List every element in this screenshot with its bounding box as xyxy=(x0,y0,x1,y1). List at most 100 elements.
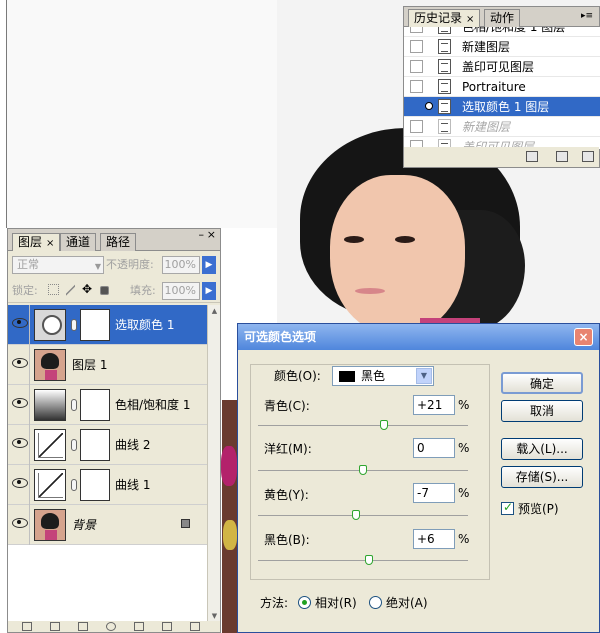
link-chain-icon[interactable] xyxy=(71,399,77,411)
fill-arrow-button[interactable]: ▶ xyxy=(202,282,216,300)
layer-name: 色相/饱和度 1 xyxy=(115,398,191,412)
layer-mask-thumbnail[interactable] xyxy=(80,389,110,421)
history-state-icon xyxy=(438,119,451,134)
new-group-icon[interactable] xyxy=(134,622,144,631)
lock-all-icon[interactable] xyxy=(100,286,109,295)
history-item[interactable]: 新建图层 xyxy=(404,117,600,137)
method-relative-label: 相对(R) xyxy=(315,596,357,610)
black-label: 黑色(B): xyxy=(264,533,310,547)
layer-row-curves-1[interactable]: 曲线 1 xyxy=(8,465,208,505)
cyan-label: 青色(C): xyxy=(264,399,310,413)
history-snapshot-box[interactable] xyxy=(410,100,423,113)
load-button[interactable]: 载入(L)... xyxy=(501,438,583,460)
tab-history[interactable]: 历史记录 × xyxy=(408,9,481,27)
history-snapshot-box[interactable] xyxy=(410,120,423,133)
tab-layers[interactable]: 图层 × xyxy=(12,233,61,251)
layer-row-curves-2[interactable]: 曲线 2 xyxy=(8,425,208,465)
tab-actions[interactable]: 动作 xyxy=(484,9,521,27)
method-absolute-radio[interactable] xyxy=(369,596,382,609)
visibility-eye-icon[interactable] xyxy=(12,317,28,328)
chevron-down-icon[interactable]: ▼ xyxy=(416,368,432,384)
tab-layers-label: 图层 xyxy=(18,235,43,249)
dialog-titlebar[interactable]: 可选颜色选项 × xyxy=(238,324,599,350)
cyan-slider-track[interactable] xyxy=(258,425,468,426)
tab-paths-label: 路径 xyxy=(106,235,131,249)
history-item[interactable]: 色相/饱和度 1 图层 xyxy=(404,27,600,37)
cyan-slider-thumb[interactable] xyxy=(380,420,388,430)
fill-input[interactable]: 100% xyxy=(162,282,200,300)
layers-scrollbar[interactable]: ▲ ▼ xyxy=(207,305,220,623)
history-item-selected[interactable]: 选取颜色 1 图层 xyxy=(404,97,600,117)
layer-style-icon[interactable] xyxy=(50,622,60,631)
panel-menu-icon[interactable]: ▸≡ xyxy=(581,11,593,21)
opacity-arrow-button[interactable]: ▶ xyxy=(202,256,216,274)
layer-name: 背景 xyxy=(72,518,97,532)
save-button[interactable]: 存储(S)... xyxy=(501,466,583,488)
layer-mask-thumbnail[interactable] xyxy=(80,469,110,501)
add-mask-icon[interactable] xyxy=(78,622,88,631)
layer-row-background[interactable]: 背景 xyxy=(8,505,208,545)
black-input[interactable]: +6 xyxy=(413,529,455,549)
ok-button[interactable]: 确定 xyxy=(501,372,583,394)
canvas-background xyxy=(7,0,277,228)
link-chain-icon[interactable] xyxy=(71,319,77,331)
cancel-button[interactable]: 取消 xyxy=(501,400,583,422)
layer-thumbnail xyxy=(34,509,66,541)
tab-paths[interactable]: 路径 xyxy=(100,233,137,251)
history-item[interactable]: 盖印可见图层 xyxy=(404,57,600,77)
layer-row-layer-1[interactable]: 图层 1 xyxy=(8,345,208,385)
history-item[interactable]: 新建图层 xyxy=(404,37,600,57)
close-button[interactable]: × xyxy=(574,328,593,346)
history-item[interactable]: Portraiture xyxy=(404,77,600,97)
magenta-slider-thumb[interactable] xyxy=(359,465,367,475)
yellow-slider-thumb[interactable] xyxy=(351,510,360,520)
new-snapshot-icon[interactable] xyxy=(556,151,568,162)
history-brush-source-icon[interactable] xyxy=(425,102,433,110)
history-snapshot-box[interactable] xyxy=(410,27,423,33)
trash-icon[interactable] xyxy=(190,622,200,631)
history-snapshot-box[interactable] xyxy=(410,60,423,73)
yellow-slider-track[interactable] xyxy=(258,515,468,516)
magenta-input[interactable]: 0 xyxy=(413,438,455,458)
minimize-icon[interactable]: – xyxy=(199,228,205,241)
history-snapshot-box[interactable] xyxy=(410,80,423,93)
adjustment-layer-icon[interactable] xyxy=(106,622,116,631)
visibility-eye-icon[interactable] xyxy=(12,437,28,448)
link-layers-icon[interactable] xyxy=(22,622,32,631)
visibility-eye-icon[interactable] xyxy=(12,517,28,528)
new-layer-icon[interactable] xyxy=(162,622,172,631)
percent-label: % xyxy=(458,441,470,455)
history-snapshot-box[interactable] xyxy=(410,40,423,53)
visibility-eye-icon[interactable] xyxy=(12,477,28,488)
layer-row-selective-color[interactable]: 选取颜色 1 xyxy=(8,305,208,345)
trash-icon[interactable] xyxy=(582,151,594,162)
new-document-from-state-icon[interactable] xyxy=(526,151,538,162)
layer-mask-thumbnail[interactable] xyxy=(80,309,110,341)
yellow-label: 黄色(Y): xyxy=(264,488,309,502)
tab-actions-label: 动作 xyxy=(490,11,515,25)
method-relative-radio[interactable] xyxy=(298,596,311,609)
close-icon[interactable]: × xyxy=(207,228,216,241)
close-icon[interactable]: × xyxy=(466,14,474,25)
link-chain-icon[interactable] xyxy=(71,479,77,491)
opacity-input[interactable]: 100% xyxy=(162,256,200,274)
colors-select[interactable]: 黑色 ▼ xyxy=(332,366,434,386)
visibility-eye-icon[interactable] xyxy=(12,397,28,408)
scroll-up-icon[interactable]: ▲ xyxy=(209,306,220,317)
black-slider-track[interactable] xyxy=(258,560,468,561)
lock-label: 锁定: xyxy=(12,284,38,297)
lock-transparency-icon[interactable] xyxy=(48,284,59,295)
black-slider-thumb[interactable] xyxy=(365,555,374,565)
close-icon[interactable]: × xyxy=(46,238,54,249)
preview-checkbox[interactable] xyxy=(501,500,514,515)
tab-channels[interactable]: 通道 xyxy=(60,233,97,251)
layer-row-hue-saturation[interactable]: 色相/饱和度 1 xyxy=(8,385,208,425)
lock-brush-icon[interactable] xyxy=(66,284,75,296)
yellow-input[interactable]: -7 xyxy=(413,483,455,503)
visibility-eye-icon[interactable] xyxy=(12,357,28,368)
blend-mode-select[interactable]: 正常 ▼ xyxy=(12,256,104,274)
layer-mask-thumbnail[interactable] xyxy=(80,429,110,461)
link-chain-icon[interactable] xyxy=(71,439,77,451)
cyan-input[interactable]: +21 xyxy=(413,395,455,415)
lock-move-icon[interactable]: ✥ xyxy=(82,283,94,295)
